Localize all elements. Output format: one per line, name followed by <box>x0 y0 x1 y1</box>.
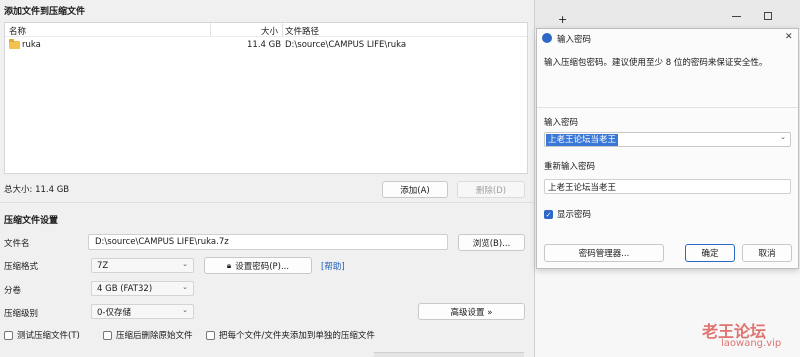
separator <box>0 202 534 203</box>
format-value: 7Z <box>97 260 109 271</box>
file-name: ruka <box>22 40 41 50</box>
show-password-checkbox[interactable]: ✓ 显示密码 <box>544 208 591 220</box>
new-tab-button[interactable]: + <box>558 13 567 26</box>
split-value: 4 GB (FAT32) <box>97 283 153 294</box>
checkbox-box <box>206 330 215 340</box>
advanced-settings-button[interactable]: 高级设置 » <box>418 303 525 320</box>
add-button[interactable]: 添加(A) <box>382 181 448 198</box>
column-name[interactable]: 名称 <box>9 25 26 37</box>
browse-button[interactable]: 浏览(B)... <box>458 234 525 251</box>
bottom-edge <box>374 352 524 357</box>
confirm-password-label: 重新输入密码 <box>544 162 596 172</box>
checkbox-box <box>103 330 112 340</box>
file-size: 11.4 GB <box>247 40 282 50</box>
minimize-icon[interactable] <box>732 16 741 17</box>
password-combo[interactable]: 上老王论坛当老王 ⌄ <box>544 132 791 147</box>
maximize-icon[interactable] <box>764 12 772 20</box>
column-divider <box>210 23 211 36</box>
chevron-down-icon: ⌄ <box>182 260 188 268</box>
split-label: 分卷 <box>4 286 22 296</box>
table-row[interactable]: ruka 11.4 GB D:\source\CAMPUS LIFE\ruka <box>5 39 527 52</box>
level-select[interactable]: 0-仅存储 ⌄ <box>91 304 194 319</box>
main-window: 添加文件到压缩文件 名称 大小 文件路径 ruka 11.4 GB D:\sou… <box>0 0 534 357</box>
delete-source-checkbox[interactable]: 压缩后删除原始文件 <box>103 329 193 341</box>
chevron-down-icon[interactable]: ⌄ <box>780 133 786 141</box>
column-path[interactable]: 文件路径 <box>285 25 319 37</box>
close-icon[interactable]: ✕ <box>785 32 793 42</box>
file-list[interactable]: 名称 大小 文件路径 ruka 11.4 GB D:\source\CAMPUS… <box>4 22 528 174</box>
cancel-button[interactable]: 取消 <box>742 244 792 262</box>
separate-archives-label: 把每个文件/文件夹添加到单独的压缩文件 <box>219 331 375 341</box>
dialog-separator <box>537 107 798 108</box>
filename-field[interactable]: D:\source\CAMPUS LIFE\ruka.7z <box>88 234 448 250</box>
set-password-label: 设置密码(P)... <box>235 261 290 272</box>
file-list-header: 名称 大小 文件路径 <box>5 23 527 37</box>
delete-button[interactable]: 删除(D) <box>457 181 525 198</box>
password-label: 输入密码 <box>544 118 579 128</box>
lock-icon: 🔒︎ <box>226 260 232 270</box>
dialog-title: 输入密码 <box>557 35 592 45</box>
help-link[interactable]: [帮助] <box>321 260 345 272</box>
folder-icon <box>9 39 20 49</box>
dialog-description: 输入压缩包密码。建议使用至少 8 位的密码来保证安全性。 <box>544 58 768 68</box>
level-value: 0-仅存储 <box>97 307 131 318</box>
password-manager-button[interactable]: 密码管理器... <box>544 244 664 262</box>
level-label: 压缩级别 <box>4 309 39 319</box>
test-archive-label: 测试压缩文件(T) <box>17 331 80 341</box>
file-path: D:\source\CAMPUS LIFE\ruka <box>285 40 407 50</box>
filename-label: 文件名 <box>4 239 30 249</box>
chevron-down-icon: ⌄ <box>182 306 188 314</box>
chevron-down-icon: ⌄ <box>182 283 188 291</box>
dialog-title-bar: 输入密码 ✕ <box>537 29 798 47</box>
column-size[interactable]: 大小 <box>261 25 278 37</box>
browser-tab-strip <box>535 0 800 30</box>
set-password-button[interactable]: 🔒︎ 设置密码(P)... <box>204 257 312 274</box>
ok-button[interactable]: 确定 <box>685 244 735 262</box>
checkbox-box <box>4 330 13 340</box>
checkmark-icon: ✓ <box>544 209 553 219</box>
total-size: 总大小: 11.4 GB <box>4 185 70 195</box>
settings-title: 压缩文件设置 <box>4 216 59 226</box>
separate-archives-checkbox[interactable]: 把每个文件/文件夹添加到单独的压缩文件 <box>206 329 375 341</box>
password-selected-text: 上老王论坛当老王 <box>546 134 619 146</box>
format-select[interactable]: 7Z ⌄ <box>91 258 194 273</box>
confirm-password-field[interactable]: 上老王论坛当老王 <box>544 179 791 194</box>
password-dialog: 输入密码 ✕ 输入压缩包密码。建议使用至少 8 位的密码来保证安全性。 输入密码… <box>536 28 799 269</box>
test-archive-checkbox[interactable]: 测试压缩文件(T) <box>4 329 80 341</box>
window-title: 添加文件到压缩文件 <box>4 7 86 17</box>
app-icon <box>542 33 552 43</box>
column-divider <box>282 23 283 36</box>
show-password-label: 显示密码 <box>557 210 592 220</box>
watermark-url: laowang.vip <box>721 338 782 349</box>
delete-source-label: 压缩后删除原始文件 <box>116 331 193 341</box>
format-label: 压缩格式 <box>4 262 39 272</box>
split-select[interactable]: 4 GB (FAT32) ⌄ <box>91 281 194 296</box>
